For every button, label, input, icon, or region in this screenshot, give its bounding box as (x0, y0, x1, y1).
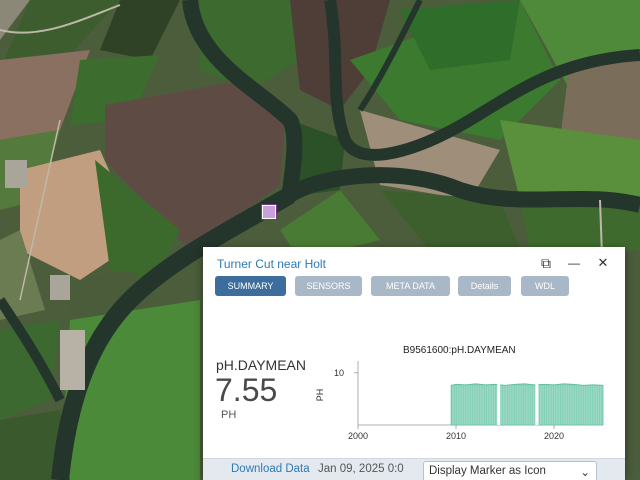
parameter-unit: PH (221, 409, 237, 421)
ph-time-series-chart: PH 10 2000 2010 2020 (315, 361, 604, 441)
x-tick-label: 2010 (446, 431, 466, 441)
x-tick-label: 2000 (348, 431, 368, 441)
tab-details-label: Details (470, 281, 499, 291)
y-tick-label: 10 (334, 368, 344, 378)
parameter-value: 7.55 (215, 372, 278, 408)
marker-display-value: Display Marker as Icon (429, 465, 546, 477)
tab-sensors-label: SENSORS (306, 281, 351, 291)
tab-summary[interactable]: SUMMARY (215, 276, 286, 296)
station-popup-panel: Turner Cut near Holt ⧉ — ✕ SUMMARY SENSO… (203, 247, 625, 480)
series-gap (497, 382, 501, 425)
close-icon: ✕ (597, 255, 609, 270)
latest-date: Jan 09, 2025 0:0 (318, 463, 404, 475)
tab-summary-label: SUMMARY (227, 281, 274, 291)
tab-details[interactable]: Details (458, 276, 511, 296)
download-data-link[interactable]: Download Data (231, 463, 310, 475)
panel-footer: Download Data Jan 09, 2025 0:0 Display M… (203, 458, 625, 480)
tab-wdl[interactable]: WDL (521, 276, 569, 296)
station-marker[interactable] (262, 205, 276, 219)
chevron-down-icon: ⌄ (580, 467, 590, 479)
tab-sensors[interactable]: SENSORS (295, 276, 362, 296)
chart-title: B9561600:pH.DAYMEAN (403, 345, 516, 356)
popout-button[interactable]: ⧉ (537, 254, 555, 272)
tab-meta-data[interactable]: META DATA (371, 276, 450, 296)
minimize-icon: — (568, 256, 580, 270)
x-tick-label: 2020 (544, 431, 564, 441)
station-title: Turner Cut near Holt (217, 257, 326, 271)
tab-wdl-label: WDL (535, 281, 555, 291)
parameter-name: pH.DAYMEAN (216, 357, 306, 373)
marker-display-select[interactable]: Display Marker as Icon ⌄ (423, 461, 597, 480)
series-gap (535, 382, 539, 425)
popout-icon: ⧉ (541, 254, 551, 271)
y-axis-label: PH (315, 389, 325, 402)
series-area (450, 383, 604, 426)
tab-meta-data-label: META DATA (385, 281, 435, 291)
close-button[interactable]: ✕ (594, 254, 612, 272)
minimize-button[interactable]: — (565, 254, 583, 272)
